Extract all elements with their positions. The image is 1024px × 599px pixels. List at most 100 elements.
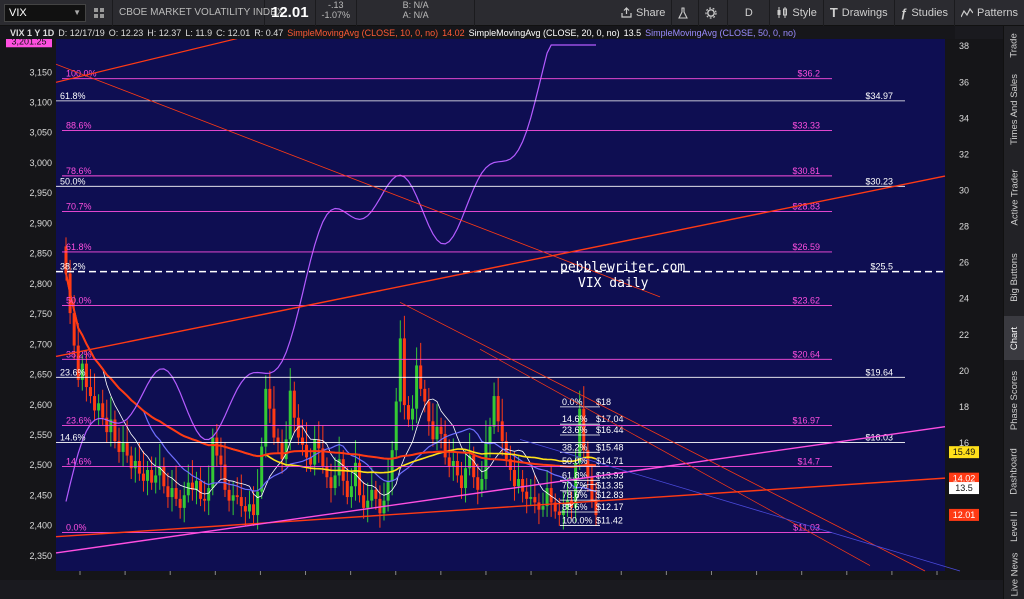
bar-open: O: 12.23 (108, 27, 144, 38)
candle-body (141, 473, 145, 481)
candle-body (199, 480, 203, 499)
studies-menu-button[interactable]: ƒ Studies (895, 0, 956, 26)
candle-body (227, 489, 231, 501)
candle-body (256, 491, 260, 516)
right-axis-tick-label: 20 (959, 366, 969, 376)
gear-button[interactable] (699, 0, 729, 26)
candles-icon (777, 7, 788, 18)
fib-short-pct: 38.2% (562, 442, 588, 452)
candle-body (133, 460, 137, 469)
price-chart[interactable]: 3,150 3,100 3,050 3,000 2,950 2,900 2,850 2,800… (0, 39, 1003, 599)
symbol-description: CBOE MARKET VOLATILITY INDEX (113, 0, 284, 26)
candle-body (178, 498, 182, 508)
fib-white-price: $19.64 (865, 367, 893, 377)
symbol-input-value: VIX (9, 6, 27, 19)
candle-body (529, 497, 533, 499)
candle-body (398, 338, 402, 402)
side-tab-live-news[interactable]: Live News (1004, 550, 1024, 598)
last-price: 12.01 (265, 0, 316, 26)
fib-magenta-price: $30.81 (792, 166, 820, 176)
percent-change: -1.07% (321, 9, 351, 20)
fib-white-pct: 14.6% (60, 432, 86, 442)
fib-white-pct: 50.0% (60, 176, 86, 186)
candle-body (366, 500, 370, 508)
style-menu-button[interactable]: Style (770, 0, 824, 26)
side-tab-dashboard[interactable]: Dashboard (1004, 440, 1024, 502)
chart-canvas[interactable]: 3,150 3,100 3,050 3,000 2,950 2,900 2,850 2,800… (0, 39, 1003, 599)
fib-short-price: $12.83 (596, 490, 624, 500)
left-axis-tick-label: 2,750 (29, 309, 52, 319)
side-tab-big-buttons[interactable]: Big Buttons (1004, 240, 1024, 314)
side-tab-level-ii[interactable]: Level II (1004, 504, 1024, 548)
sma50-label[interactable]: SimpleMovingAvg (CLOSE, 50, 0, no) (645, 28, 796, 38)
candle-body (97, 403, 101, 411)
left-axis-tick-label: 2,350 (29, 551, 52, 561)
candle-body (186, 482, 190, 496)
side-tab-trade[interactable]: Trade (1004, 26, 1024, 64)
side-tab-active-trader[interactable]: Active Trader (1004, 156, 1024, 238)
bar-date: D: 12/17/19 (58, 27, 105, 38)
fib-magenta-price: $14.7 (797, 456, 820, 466)
share-button[interactable]: Share (615, 0, 673, 26)
sma10-label[interactable]: SimpleMovingAvg (CLOSE, 10, 0, no) (287, 28, 438, 38)
candle-body (329, 477, 333, 489)
drawing-tool-icon: T (829, 5, 838, 20)
patterns-menu-button[interactable]: Patterns (955, 0, 1024, 26)
bar-close: C: 12.01 (216, 27, 251, 38)
candle-body (488, 426, 492, 443)
fib-magenta-price: $33.33 (792, 120, 820, 130)
candle-body (296, 417, 300, 438)
fib-magenta-price: $23.62 (792, 296, 820, 306)
candle-body (492, 396, 496, 427)
right-axis-tick-label: 32 (959, 149, 969, 159)
fib-magenta-price: $16.97 (792, 415, 820, 425)
fib-short-price: $18 (596, 397, 611, 407)
right-axis-tick-label: 24 (959, 294, 969, 304)
candle-body (247, 504, 251, 512)
side-tab-chart[interactable]: Chart (1004, 316, 1024, 360)
candle-body (215, 437, 219, 456)
candle-body (174, 488, 178, 499)
fib-magenta-pct: 78.6% (66, 166, 92, 176)
candle-body (137, 460, 141, 474)
candle-body (545, 488, 549, 507)
period-selector[interactable]: D (728, 0, 771, 26)
symbol-lock[interactable] (90, 0, 113, 26)
candle-body (194, 480, 198, 490)
candle-body (459, 475, 463, 489)
fib-white-pct: 38.2% (60, 262, 86, 272)
left-axis-tick-label: 3,100 (29, 97, 52, 107)
fib-magenta-pct: 14.6% (66, 456, 92, 466)
fib-short-pct: 78.6% (562, 490, 588, 500)
symbol-input[interactable]: VIX ▼ (4, 3, 86, 22)
left-axis-tick-label: 2,550 (29, 430, 52, 440)
share-icon (621, 7, 632, 18)
candle-body (154, 475, 158, 483)
right-axis-marker-label: 13.5 (955, 483, 973, 493)
candle-body (349, 486, 353, 498)
candle-body (88, 387, 92, 397)
candle-body (146, 470, 150, 481)
candle-body (325, 466, 329, 478)
candle-body (264, 388, 268, 447)
time-axis-bar (0, 580, 1003, 599)
bar-low: L: 11.9 (185, 27, 213, 38)
candle-body (541, 506, 545, 510)
flask-button[interactable] (672, 0, 700, 26)
side-tab-times-and-sales[interactable]: Times And Sales (1004, 66, 1024, 152)
candle-body (288, 390, 292, 440)
chevron-down-icon[interactable]: ▼ (73, 8, 81, 17)
candle-body (533, 497, 537, 503)
fib-white-price: $34.97 (865, 91, 893, 101)
sma20-label[interactable]: SimpleMovingAvg (CLOSE, 20, 0, no) (469, 28, 620, 38)
candle-body (517, 479, 521, 487)
candle-body (480, 479, 484, 490)
right-axis-tick-label: 36 (959, 77, 969, 87)
candle-body (455, 460, 459, 476)
drawings-menu-button[interactable]: T Drawings (824, 0, 895, 26)
side-tab-phase-scores[interactable]: Phase Scores (1004, 362, 1024, 438)
right-axis-tick-label: 30 (959, 185, 969, 195)
patterns-icon (961, 7, 974, 17)
candle-body (203, 498, 207, 501)
candle-body (170, 488, 174, 498)
